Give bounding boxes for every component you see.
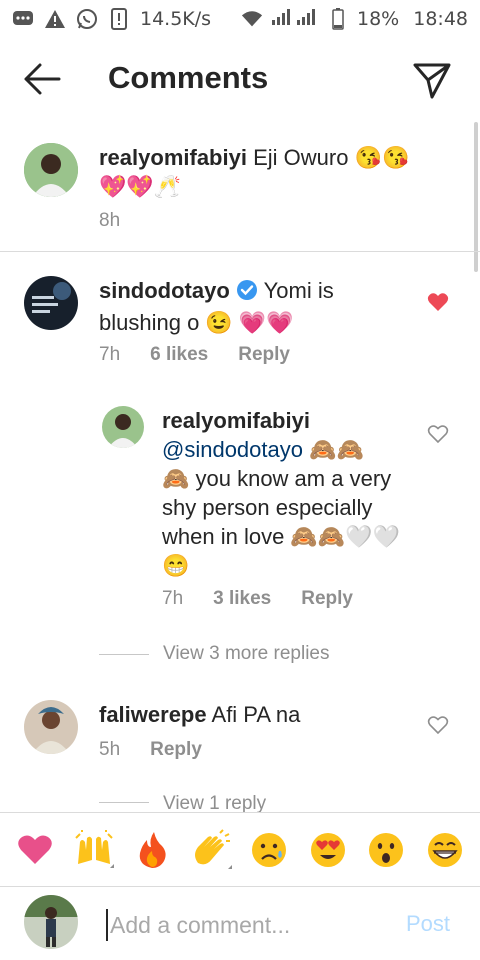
comment-time: 7h (99, 344, 121, 365)
avatar (24, 895, 78, 949)
view-reply[interactable]: View 1 reply (99, 793, 266, 812)
comment-text: Afi PA na (211, 702, 301, 727)
avatar[interactable] (24, 276, 78, 330)
caption-text-line: 💖💖🥂 (99, 174, 182, 199)
clock: 18:48 (413, 8, 468, 30)
heart-emoji-button[interactable] (13, 828, 57, 872)
divider-line (99, 653, 149, 655)
comment-time: 5h (99, 739, 121, 760)
heart-eyes-emoji-button[interactable] (306, 828, 350, 872)
fire-emoji-button[interactable] (130, 828, 174, 872)
view-more-replies[interactable]: View 3 more replies (99, 643, 330, 665)
caption-username[interactable]: realyomifabiyi (99, 145, 247, 170)
back-arrow-icon[interactable] (22, 62, 62, 96)
mention-link[interactable]: @sindodotayo (162, 437, 303, 462)
comment-time: 7h (162, 588, 184, 609)
scrollbar[interactable] (474, 122, 478, 272)
reply-button[interactable]: Reply (301, 588, 353, 610)
view-reply-label: View 1 reply (163, 793, 267, 812)
reply-button[interactable]: Reply (238, 344, 290, 366)
avatar[interactable] (24, 143, 78, 197)
chat-notification-icon (12, 8, 34, 30)
comment-input[interactable] (106, 909, 386, 941)
signal-icon (271, 8, 319, 31)
sad-face-emoji-button[interactable] (247, 828, 291, 872)
verified-badge-icon (236, 279, 258, 308)
avatar[interactable] (102, 406, 144, 448)
comment-text: 🙈🙈 (302, 437, 364, 462)
battery-level: 18% (357, 8, 400, 30)
network-speed: 14.5K/s (140, 8, 212, 30)
battery-icon (327, 8, 349, 30)
caption-text-line: Eji Owuro 😘😘 (253, 145, 410, 170)
surprised-face-emoji-button[interactable] (364, 828, 408, 872)
comment-username[interactable]: sindodotayo (99, 278, 230, 303)
comment-username[interactable]: faliwerepe (99, 702, 207, 727)
comment-text: shy person especially (162, 495, 373, 520)
comment-meta: 5h Reply (99, 739, 202, 761)
warning-icon (44, 8, 66, 30)
status-bar: 14.5K/s 18% 18:48 (0, 0, 480, 38)
whatsapp-icon (76, 8, 98, 30)
wifi-icon (241, 8, 263, 30)
reply-button[interactable]: Reply (150, 739, 202, 761)
liked-heart-icon[interactable] (427, 292, 449, 312)
comment-meta: 7h 6 likes Reply (99, 344, 290, 366)
likes-count[interactable]: 3 likes (213, 588, 271, 610)
page-title: Comments (108, 60, 269, 95)
comment-text: 🙈 you know am a very (162, 466, 392, 491)
caption: realyomifabiyi Eji Owuro 😘😘 💖💖🥂 (99, 143, 459, 201)
laughing-face-emoji-button[interactable] (423, 828, 467, 872)
header: Comments (0, 38, 480, 122)
raising-hands-emoji-button[interactable] (72, 828, 116, 872)
likes-count[interactable]: 6 likes (150, 344, 208, 366)
comment-text: 😁 (162, 553, 190, 578)
comment-text: when in love 🙈🙈🤍🤍 (162, 524, 400, 549)
avatar[interactable] (24, 700, 78, 754)
caption-time: 8h (99, 210, 121, 231)
caption-meta: 8h (99, 210, 120, 232)
comment: sindodotayo Yomi is blushing o 😉 💗💗 (99, 276, 419, 337)
clapping-hands-emoji-button[interactable] (189, 828, 233, 872)
send-direct-icon[interactable] (412, 60, 452, 100)
divider-line (99, 802, 149, 803)
comment-text: blushing o 😉 💗💗 (99, 310, 294, 335)
comment-text: Yomi is (263, 278, 334, 303)
comment-username[interactable]: realyomifabiyi (162, 406, 422, 435)
comment-meta: 7h 3 likes Reply (162, 588, 353, 610)
alert-box-icon (108, 8, 130, 30)
heart-icon[interactable] (427, 715, 449, 735)
caption-divider (0, 251, 480, 252)
reply-comment: realyomifabiyi @sindodotayo 🙈🙈 🙈 you kno… (162, 406, 422, 580)
quick-reaction-bar (0, 812, 480, 886)
comment-input-bar: Post (0, 886, 480, 960)
post-button[interactable]: Post (406, 911, 450, 937)
view-more-replies-label: View 3 more replies (163, 643, 330, 664)
comment: faliwerepe Afi PA na (99, 700, 419, 729)
heart-icon[interactable] (427, 424, 449, 444)
